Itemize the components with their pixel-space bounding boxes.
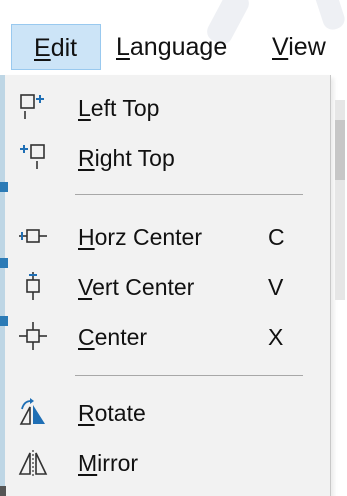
menu-language-mnemonic: L bbox=[116, 33, 130, 61]
menu-view-mnemonic: V bbox=[272, 33, 289, 61]
label-text: eft Top bbox=[90, 95, 160, 121]
menu-language[interactable]: Language bbox=[116, 24, 227, 70]
menu-item-left-top[interactable]: Left Top bbox=[10, 84, 322, 132]
corner-mark bbox=[0, 486, 6, 496]
menu-item-rotate[interactable]: Rotate bbox=[10, 389, 322, 437]
mnemonic: R bbox=[78, 400, 95, 426]
window-edge bbox=[0, 75, 5, 496]
shortcut-label: V bbox=[268, 274, 284, 300]
menu-item-label: Vert Center bbox=[78, 263, 194, 311]
menu-item-mirror[interactable]: Mirror bbox=[10, 439, 322, 487]
label-text: irror bbox=[97, 450, 139, 476]
menu-item-label: Left Top bbox=[78, 84, 159, 132]
edge-tick bbox=[0, 316, 8, 326]
menu-bar: Edit Language View bbox=[0, 0, 347, 84]
edge-tick bbox=[0, 182, 8, 192]
screen: Edit Language View Left Top Right Top Ho… bbox=[0, 0, 347, 496]
scrollbar[interactable] bbox=[335, 100, 345, 300]
label-text: enter bbox=[94, 324, 148, 350]
shortcut-label: X bbox=[268, 324, 284, 350]
menu-item-label: Center bbox=[78, 313, 147, 361]
menu-item-label: Rotate bbox=[78, 389, 146, 437]
label-text: orz Center bbox=[94, 224, 202, 250]
mirror-icon bbox=[18, 447, 48, 477]
menu-separator bbox=[75, 194, 303, 195]
menu-item-label: Right Top bbox=[78, 134, 175, 182]
label-text: ert Center bbox=[92, 274, 195, 300]
mnemonic: H bbox=[78, 224, 95, 250]
mnemonic: M bbox=[78, 450, 98, 476]
label-text: otate bbox=[94, 400, 146, 426]
menu-item-right-top[interactable]: Right Top bbox=[10, 134, 322, 182]
menu-edit[interactable]: Edit bbox=[11, 24, 101, 70]
menu-view[interactable]: View bbox=[272, 24, 326, 70]
menu-view-label: iew bbox=[288, 33, 326, 61]
menu-item-label: Mirror bbox=[78, 439, 138, 487]
shortcut-label: C bbox=[268, 224, 285, 250]
scrollbar-thumb[interactable] bbox=[335, 120, 345, 180]
menu-language-label: anguage bbox=[129, 33, 228, 61]
mnemonic: R bbox=[78, 145, 95, 171]
vert-center-icon bbox=[18, 271, 48, 301]
edge-tick bbox=[0, 258, 8, 268]
menu-item-center[interactable]: Center X bbox=[10, 313, 322, 361]
menu-item-horz-center[interactable]: Horz Center C bbox=[10, 213, 322, 261]
rotate-icon bbox=[18, 397, 48, 427]
right-top-icon bbox=[18, 142, 48, 172]
menu-edit-label: dit bbox=[50, 34, 78, 62]
mnemonic: V bbox=[78, 274, 93, 300]
menu-separator bbox=[75, 375, 303, 376]
mnemonic: C bbox=[78, 324, 95, 350]
menu-edit-mnemonic: E bbox=[34, 34, 51, 62]
mnemonic: L bbox=[78, 95, 91, 121]
horz-center-icon bbox=[18, 221, 48, 251]
label-text: ight Top bbox=[94, 145, 175, 171]
menu-item-label: Horz Center bbox=[78, 213, 202, 261]
left-top-icon bbox=[18, 92, 48, 122]
menu-item-vert-center[interactable]: Vert Center V bbox=[10, 263, 322, 311]
center-icon bbox=[18, 321, 48, 351]
